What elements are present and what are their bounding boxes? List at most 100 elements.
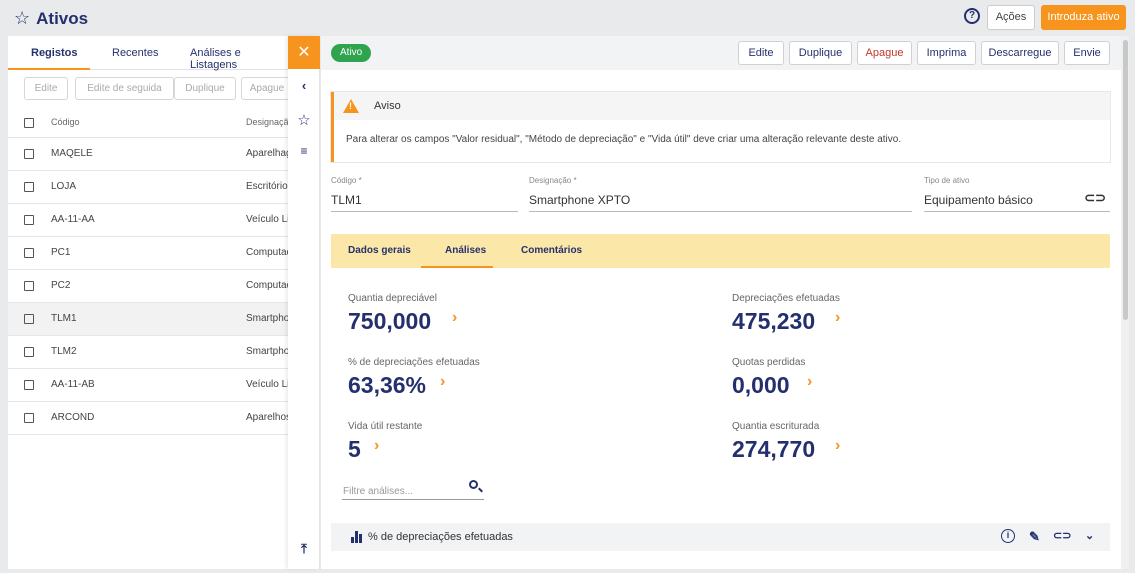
page-title: ☆ Ativos	[14, 8, 88, 29]
list-header: Código Designação	[8, 108, 290, 138]
duplicate-button[interactable]: Duplique	[789, 41, 852, 65]
page-title-text: Ativos	[36, 8, 89, 28]
close-icon[interactable]: ✕	[288, 36, 320, 69]
link-icon[interactable]: ⊂⊃	[1053, 529, 1071, 542]
info-icon[interactable]: i	[1001, 529, 1015, 543]
metric-value[interactable]: 274,770	[732, 436, 815, 463]
row-checkbox[interactable]	[24, 248, 34, 258]
code-value: TLM1	[331, 193, 362, 207]
analysis-row[interactable]: % de depreciações efetuadas i ✎ ⊂⊃ ⌄	[331, 523, 1110, 551]
table-row[interactable]: ARCOND Aparelhos	[8, 402, 290, 435]
metric-value[interactable]: 0,000	[732, 372, 790, 399]
metric-label: Quotas perdidas	[732, 357, 806, 368]
scrollbar-thumb[interactable]	[1123, 40, 1128, 320]
list-icon[interactable]: ≡	[288, 144, 320, 158]
chevron-right-icon[interactable]: ›	[835, 309, 840, 327]
table-row-selected[interactable]: TLM1 Smartpho	[8, 303, 290, 336]
tab-analises[interactable]: Análises	[445, 245, 486, 256]
chevron-right-icon[interactable]: ›	[452, 309, 457, 327]
column-header-designation[interactable]: Designação	[246, 117, 290, 127]
row-code: TLM2	[51, 346, 77, 357]
send-button[interactable]: Envie	[1064, 41, 1110, 65]
row-checkbox[interactable]	[24, 182, 34, 192]
delete-button[interactable]: Apague	[241, 77, 290, 100]
row-code: PC1	[51, 247, 71, 258]
metric-value[interactable]: 750,000	[348, 308, 431, 335]
acoes-button[interactable]: Ações	[987, 5, 1035, 30]
table-row[interactable]: MAQELE Aparelhag	[8, 138, 290, 171]
warning-title: Aviso	[374, 100, 401, 112]
chevron-right-icon[interactable]: ›	[835, 437, 840, 455]
designation-field[interactable]: Designação * Smartphone XPTO	[529, 176, 912, 212]
row-designation: Aparelhos	[246, 412, 290, 423]
detail-tabs: Dados gerais Análises Comentários	[331, 234, 1110, 268]
link-icon[interactable]: ⊂⊃	[1084, 190, 1106, 206]
metric-value[interactable]: 475,230	[732, 308, 815, 335]
top-bar: ☆ Ativos ? Ações Introduza ativo	[0, 0, 1135, 36]
metric-value[interactable]: 5	[348, 436, 361, 463]
row-code: LOJA	[51, 181, 77, 192]
metric-label: Quantia escriturada	[732, 421, 820, 432]
row-designation: Smartpho	[246, 313, 290, 324]
row-code: ARCOND	[51, 412, 95, 423]
column-header-code[interactable]: Código	[51, 117, 80, 127]
asset-type-field[interactable]: Tipo de ativo Equipamento básico ⊂⊃	[924, 176, 1110, 212]
tab-dados-gerais[interactable]: Dados gerais	[348, 245, 411, 256]
chevron-right-icon[interactable]: ›	[440, 373, 445, 391]
star-icon[interactable]: ☆	[288, 111, 320, 129]
code-field[interactable]: Código * TLM1	[331, 176, 518, 212]
scroll-top-icon[interactable]: ⤒	[288, 541, 320, 557]
edit-next-button[interactable]: Edite de seguida	[75, 77, 174, 100]
metric-label: Vida útil restante	[348, 421, 423, 432]
metric-value[interactable]: 63,36%	[348, 372, 426, 399]
active-tab-indicator	[8, 68, 90, 70]
tab-analises-listagens[interactable]: Análises e Listagens	[190, 47, 290, 71]
row-designation: Smartpho	[246, 346, 290, 357]
introduza-ativo-button[interactable]: Introduza ativo	[1041, 5, 1126, 30]
metric-label: Depreciações efetuadas	[732, 293, 840, 304]
row-checkbox[interactable]	[24, 314, 34, 324]
asset-type-value: Equipamento básico	[924, 193, 1033, 207]
bar-chart-icon	[351, 531, 363, 543]
row-designation: Computad	[246, 247, 290, 258]
table-row[interactable]: AA-11-AB Veículo Li	[8, 369, 290, 402]
tab-comentarios[interactable]: Comentários	[521, 245, 582, 256]
chevron-right-icon[interactable]: ›	[807, 373, 812, 391]
row-checkbox[interactable]	[24, 413, 34, 423]
table-row[interactable]: LOJA Escritório	[8, 171, 290, 204]
row-checkbox[interactable]	[24, 215, 34, 225]
table-row[interactable]: TLM2 Smartpho	[8, 336, 290, 369]
table-row[interactable]: PC1 Computad	[8, 237, 290, 270]
duplicate-button[interactable]: Duplique	[174, 77, 236, 100]
download-button[interactable]: Descarregue	[981, 41, 1059, 65]
row-checkbox[interactable]	[24, 380, 34, 390]
row-checkbox[interactable]	[24, 347, 34, 357]
edit-icon[interactable]: ✎	[1029, 529, 1040, 545]
table-row[interactable]: AA-11-AA Veículo Li	[8, 204, 290, 237]
chevron-left-icon[interactable]: ‹	[288, 78, 320, 93]
search-icon[interactable]	[469, 480, 478, 489]
row-code: AA-11-AB	[51, 379, 95, 390]
row-checkbox[interactable]	[24, 149, 34, 159]
chevron-right-icon[interactable]: ›	[374, 437, 379, 455]
tab-registos[interactable]: Registos	[31, 47, 77, 59]
select-all-checkbox[interactable]	[24, 118, 34, 128]
help-icon[interactable]: ?	[964, 8, 980, 24]
edit-button[interactable]: Edite	[24, 77, 68, 100]
print-button[interactable]: Imprima	[917, 41, 976, 65]
warning-text: Para alterar os campos "Valor residual",…	[346, 134, 902, 145]
table-row[interactable]: PC2 Computad	[8, 270, 290, 303]
star-icon[interactable]: ☆	[14, 8, 30, 29]
edit-button[interactable]: Edite	[738, 41, 784, 65]
designation-value: Smartphone XPTO	[529, 193, 631, 207]
delete-button[interactable]: Apague	[857, 41, 912, 65]
chevron-down-icon[interactable]: ⌄	[1085, 529, 1094, 542]
tab-recentes[interactable]: Recentes	[112, 47, 158, 59]
code-label: Código *	[331, 176, 362, 185]
row-checkbox[interactable]	[24, 281, 34, 291]
scrollbar[interactable]	[1121, 36, 1129, 569]
row-designation: Veículo Li	[246, 214, 290, 225]
row-designation: Veículo Li	[246, 379, 290, 390]
filter-analyses-input[interactable]: Filtre análises...	[342, 476, 484, 500]
row-code: AA-11-AA	[51, 214, 95, 225]
